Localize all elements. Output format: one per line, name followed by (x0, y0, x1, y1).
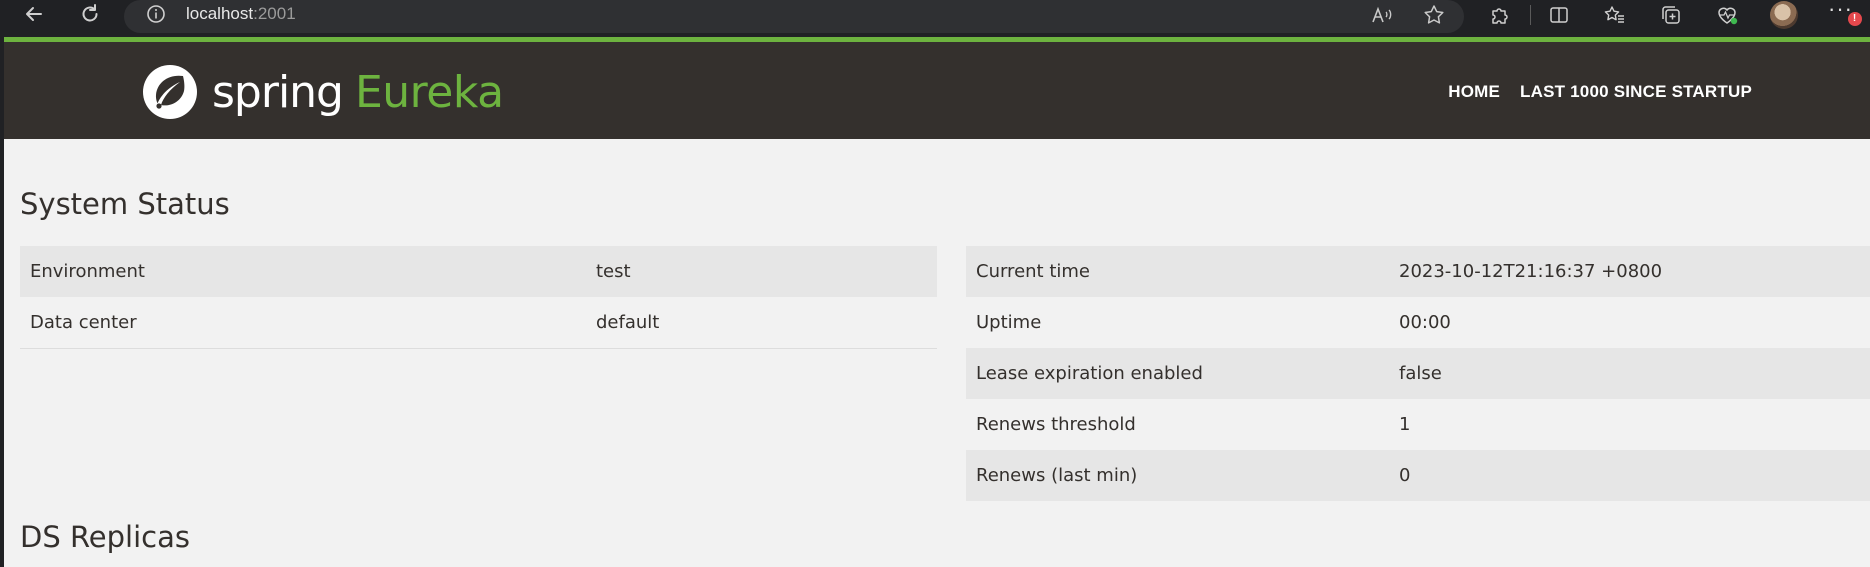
url-host: localhost (186, 4, 254, 23)
url-port: :2001 (253, 4, 296, 23)
favorites-icon[interactable] (1600, 1, 1630, 29)
table-key: Current time (966, 246, 1389, 297)
system-status-heading: System Status (20, 187, 230, 221)
table-key: Environment (20, 246, 586, 297)
extensions-icon[interactable] (1485, 1, 1515, 29)
table-row: Current time 2023-10-12T21:16:37 +0800 (966, 246, 1870, 297)
eureka-page: spring Eureka HOME LAST 1000 SINCE START… (4, 37, 1870, 567)
table-value: 00:00 (1389, 297, 1870, 348)
more-icon[interactable]: ···! (1828, 0, 1864, 28)
brand-eureka-text: Eureka (354, 66, 504, 118)
table-value: test (586, 246, 937, 297)
url-text: localhost:2001 (186, 4, 296, 24)
brand-logo[interactable]: spring Eureka (140, 62, 504, 122)
table-row: Lease expiration enabled false (966, 348, 1870, 399)
collections-icon[interactable] (1656, 1, 1686, 29)
table-row: Uptime 00:00 (966, 297, 1870, 348)
nav-last-1000-link[interactable]: LAST 1000 SINCE STARTUP (1520, 82, 1752, 102)
split-screen-icon[interactable] (1544, 1, 1574, 29)
nav-links: HOME LAST 1000 SINCE STARTUP (1448, 82, 1752, 102)
brand-spring-text: spring (212, 66, 344, 118)
table-key: Renews threshold (966, 399, 1389, 450)
table-key: Uptime (966, 297, 1389, 348)
table-row: Renews threshold 1 (966, 399, 1870, 450)
favorite-star-icon[interactable] (1421, 3, 1447, 27)
table-value: false (1389, 348, 1870, 399)
table-key: Data center (20, 297, 586, 349)
read-aloud-icon[interactable] (1369, 3, 1395, 27)
table-value: 1 (1389, 399, 1870, 450)
table-row: Environment test (20, 246, 937, 297)
browser-toolbar: localhost:2001 ···! (0, 0, 1870, 34)
eureka-navbar: spring Eureka HOME LAST 1000 SINCE START… (4, 42, 1870, 139)
system-status-left-table: Environment test Data center default (20, 246, 937, 349)
table-value: 0 (1389, 450, 1870, 501)
table-value: 2023-10-12T21:16:37 +0800 (1389, 246, 1870, 297)
address-bar[interactable]: localhost:2001 (124, 0, 1464, 33)
nav-home-link[interactable]: HOME (1448, 82, 1500, 102)
back-arrow-icon[interactable] (18, 0, 50, 28)
browser-essentials-icon[interactable] (1712, 1, 1742, 29)
table-row: Data center default (20, 297, 937, 349)
toolbar-divider (1530, 5, 1531, 25)
table-row: Renews (last min) 0 (966, 450, 1870, 501)
alert-badge-icon: ! (1848, 12, 1862, 26)
table-key: Lease expiration enabled (966, 348, 1389, 399)
info-icon[interactable] (146, 4, 166, 24)
spring-leaf-icon (143, 65, 197, 119)
table-value: default (586, 297, 937, 349)
refresh-icon[interactable] (74, 0, 106, 28)
table-key: Renews (last min) (966, 450, 1389, 501)
ds-replicas-heading: DS Replicas (20, 520, 190, 554)
system-status-right-table: Current time 2023-10-12T21:16:37 +0800 U… (966, 246, 1870, 501)
profile-avatar[interactable] (1770, 1, 1798, 29)
